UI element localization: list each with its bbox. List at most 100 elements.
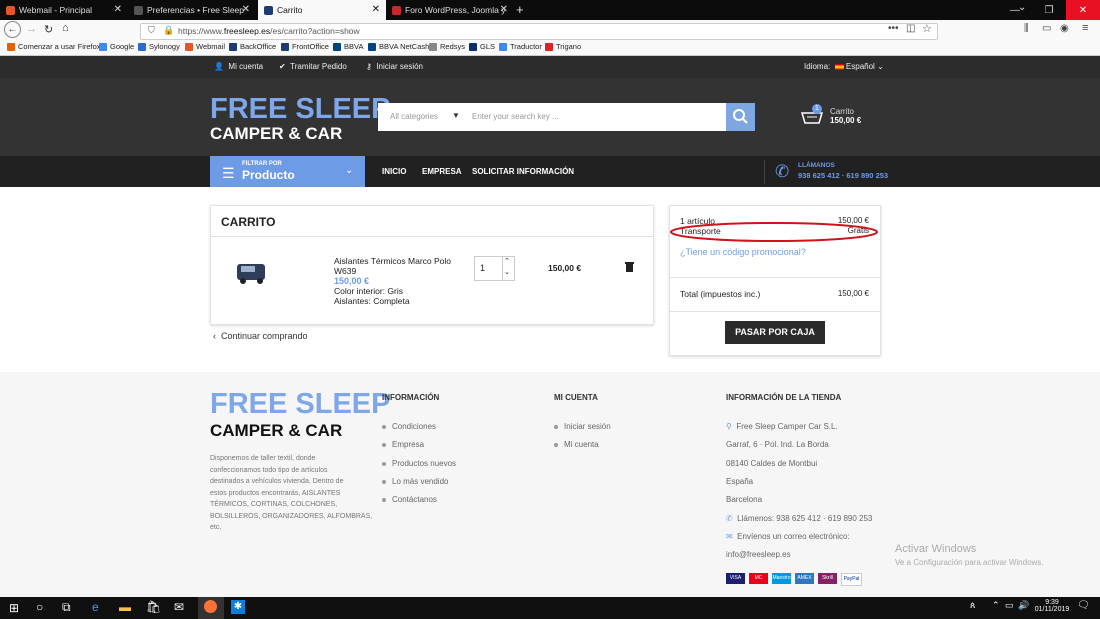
store-email[interactable]: info@freesleep.es — [726, 550, 791, 559]
minimize-button[interactable]: — — [998, 0, 1032, 20]
category-select[interactable]: All categories ▼ — [378, 103, 465, 131]
bookmark-label: Webmail — [196, 42, 226, 51]
new-tab-button[interactable]: + — [516, 2, 524, 17]
my-account-link[interactable]: 👤 Mi cuenta — [214, 62, 263, 71]
call-numbers[interactable]: 938 625 412 · 619 890 253 — [798, 171, 888, 180]
tab-foro[interactable]: Foro WordPress, Joomla y Presta ✕ — [386, 0, 514, 20]
chevron-up-icon[interactable]: ⌃ — [504, 257, 510, 265]
mail-icon[interactable]: ✉ — [174, 600, 184, 614]
promo-code-link[interactable]: ¿Tiene un código promocional? — [680, 247, 806, 257]
language-selector[interactable]: Idioma: Español ⌄ — [804, 62, 884, 71]
url-path: /es/carrito?action=show — [270, 26, 360, 36]
store-icon[interactable]: 🛍 — [146, 600, 161, 614]
bookmark-item[interactable]: FrontOffice — [281, 42, 329, 51]
amex-icon: AMEX — [795, 573, 814, 584]
footer-link-productos-nuevos[interactable]: Productos nuevos — [382, 459, 456, 468]
search-icon[interactable]: ○ — [36, 600, 43, 614]
library-icon[interactable]: ⫼ — [1024, 23, 1029, 34]
product-name-line-2[interactable]: W639 — [334, 266, 451, 276]
page-actions-icon[interactable]: ••• — [888, 23, 899, 34]
app-icon[interactable]: ✱ — [231, 600, 245, 614]
firefox-taskbar-button[interactable] — [198, 597, 224, 619]
windows-start-icon[interactable]: ⊞ — [9, 601, 19, 615]
window-close-button[interactable]: ✕ — [1066, 0, 1100, 20]
bookmark-item[interactable]: GLS — [469, 42, 495, 51]
nav-empresa[interactable]: EMPRESA — [422, 167, 462, 176]
search-input[interactable]: Enter your search key ... — [464, 103, 726, 131]
file-explorer-icon[interactable]: ▬ — [119, 600, 131, 614]
frontoffice-icon — [281, 42, 289, 51]
login-link[interactable]: ⚷ Iniciar sesión — [366, 62, 423, 71]
quantity-stepper[interactable]: 1 ⌃ ⌄ — [474, 256, 515, 281]
close-icon[interactable]: ✕ — [372, 4, 380, 15]
chevron-up-icon[interactable]: ⌃ — [992, 600, 1000, 611]
product-thumbnail[interactable] — [233, 258, 271, 286]
footer-link-mas-vendido[interactable]: Lo más vendido — [382, 477, 448, 486]
volume-icon[interactable]: 🔊 — [1018, 600, 1029, 611]
nav-inicio[interactable]: INICIO — [382, 167, 406, 176]
windows-taskbar — [0, 597, 1100, 619]
tab-preferencias[interactable]: Preferencias • Free Sleep Camper ✕ — [128, 0, 256, 20]
filter-product-dropdown[interactable]: ☰ FILTRAR POR Producto ⌄ — [210, 156, 365, 187]
store-phone[interactable]: ✆ Llámenos: 938 625 412 · 619 890 253 — [726, 514, 872, 523]
back-arrow-icon[interactable]: ← — [4, 21, 21, 38]
hamburger-menu-icon[interactable]: ≡ — [1082, 22, 1088, 34]
bookmark-item[interactable]: BBVA — [333, 42, 363, 51]
close-icon[interactable]: ✕ — [242, 4, 250, 15]
edge-icon[interactable]: e — [92, 600, 99, 614]
chevron-down-icon[interactable]: ⌄ — [504, 268, 510, 276]
cart-widget[interactable]: 1 Carrito 150,00 € — [800, 104, 861, 127]
shield-icon[interactable]: ⛉ — [148, 25, 155, 36]
people-icon[interactable]: ጰ — [970, 600, 975, 611]
account-icon[interactable]: ◉ — [1060, 23, 1069, 34]
pocket-icon[interactable]: ◫ — [906, 23, 915, 34]
search-icon — [733, 109, 748, 124]
lock-icon[interactable]: 🔒 — [163, 25, 174, 36]
trash-icon[interactable] — [625, 261, 634, 272]
reload-icon[interactable]: ↻ — [44, 23, 53, 36]
checkout-link[interactable]: ✔ Tramitar Pedido — [279, 62, 347, 71]
sidebar-icon[interactable]: ▭ — [1042, 23, 1051, 34]
bookmark-item[interactable]: Traductor — [499, 42, 542, 51]
bookmark-item[interactable]: Comenzar a usar Firefox — [7, 42, 101, 51]
checkout-button[interactable]: PASAR POR CAJA — [725, 321, 825, 344]
star-icon[interactable]: ☆ — [922, 22, 932, 35]
close-icon[interactable]: ✕ — [114, 4, 122, 15]
bookmark-item[interactable]: BackOffice — [229, 42, 276, 51]
footer-link-mi-cuenta[interactable]: Mi cuenta — [554, 440, 599, 449]
link-label: Mi cuenta — [564, 440, 599, 449]
close-icon[interactable]: ✕ — [500, 4, 508, 15]
footer-logo[interactable]: FREE SLEEP CAMPER & CAR — [210, 390, 391, 440]
system-clock[interactable]: 9:39 01/11/2019 — [1034, 599, 1070, 613]
maximize-button[interactable]: ❐ — [1032, 0, 1066, 20]
footer-link-iniciar-sesion[interactable]: Iniciar sesión — [554, 422, 611, 431]
continue-shopping-link[interactable]: ‹ Continuar comprando — [213, 331, 308, 341]
product-name[interactable]: Aislantes Térmicos Marco Polo — [334, 256, 451, 266]
site-logo[interactable]: FREE SLEEP CAMPER & CAR — [210, 95, 391, 143]
store-email-label: ✉ Envíenos un correo electrónico: — [726, 532, 850, 541]
nav-solicitar-informacion[interactable]: SOLICITAR INFORMACIÓN — [472, 167, 574, 176]
bookmark-item[interactable]: Sylonogy — [138, 42, 180, 51]
network-icon[interactable]: ▭ — [1005, 600, 1014, 611]
bookmark-item[interactable]: Redsys — [429, 42, 465, 51]
clock-time: 9:39 — [1045, 599, 1059, 606]
bookmark-item[interactable]: BBVA NetCash — [368, 42, 429, 51]
tab-webmail[interactable]: Webmail - Principal ✕ — [0, 0, 128, 20]
notifications-icon[interactable]: 🗨 — [1077, 600, 1090, 611]
forward-arrow-icon[interactable]: → — [26, 23, 37, 35]
footer-link-contactanos[interactable]: Contáctanos — [382, 495, 437, 504]
bookmark-item[interactable]: Google — [99, 42, 134, 51]
link-label: Empresa — [392, 440, 425, 449]
bookmark-item[interactable]: Trigano — [545, 42, 581, 51]
footer-link-condiciones[interactable]: Condiciones — [382, 422, 436, 431]
home-icon[interactable]: ⌂ — [62, 22, 69, 34]
task-view-icon[interactable]: ⧉ — [62, 600, 71, 615]
phone-icon: ✆ — [726, 514, 733, 523]
tab-title: Webmail - Principal — [19, 5, 93, 15]
footer-store-title: INFORMACIÓN DE LA TIENDA — [726, 393, 842, 402]
footer-link-empresa[interactable]: Empresa — [382, 440, 424, 449]
search-button[interactable] — [726, 103, 755, 131]
tab-carrito[interactable]: Carrito ✕ — [258, 0, 386, 20]
url-text[interactable]: https://www.freesleep.es/es/carrito?acti… — [178, 26, 360, 36]
bookmark-item[interactable]: Webmail — [185, 42, 225, 51]
